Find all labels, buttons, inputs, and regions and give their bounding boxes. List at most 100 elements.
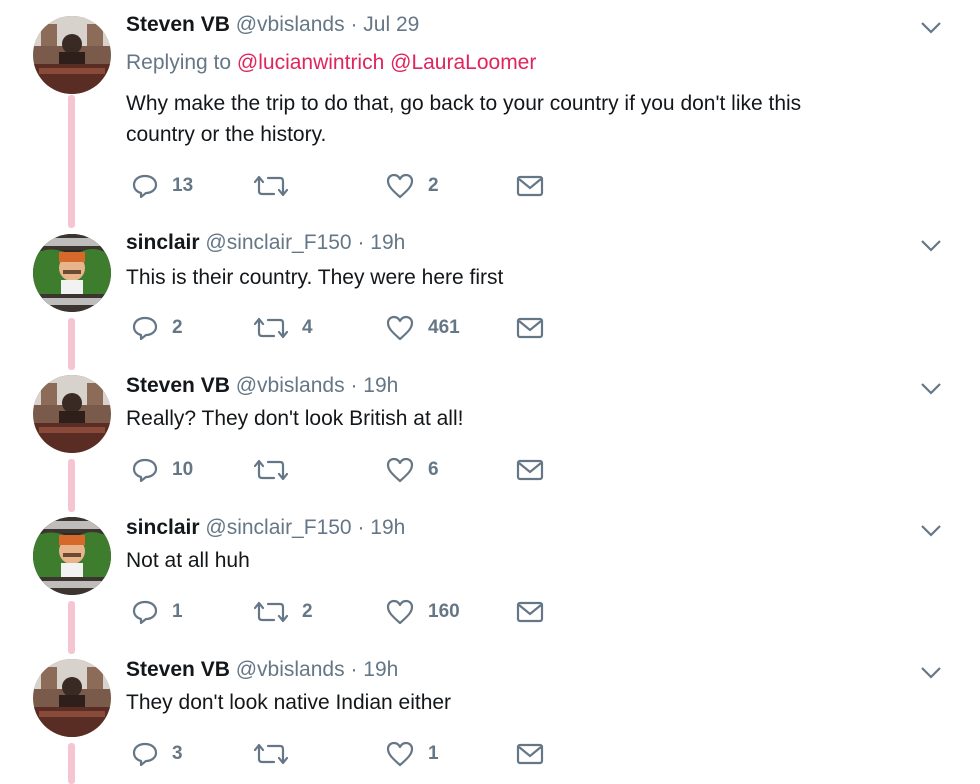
reply-button[interactable]: 3: [132, 740, 183, 768]
like-button[interactable]: 160: [386, 598, 460, 626]
tweet-text-line: Really? They don't look British at all!: [126, 407, 464, 430]
envelope-icon: [516, 600, 544, 624]
timestamp[interactable]: 19h: [370, 516, 405, 539]
chevron-down-icon[interactable]: [916, 519, 946, 541]
reply-icon: [132, 599, 158, 625]
tweet[interactable]: Steven VB @vbislands · 19h They don't lo…: [0, 657, 980, 784]
chevron-down-icon[interactable]: [916, 234, 946, 256]
separator-dot: ·: [357, 516, 365, 539]
tweet-header: Steven VB @vbislands · Jul 29: [126, 12, 419, 38]
tweet-header: Steven VB @vbislands · 19h: [126, 657, 398, 683]
reply-icon: [132, 457, 158, 483]
tweet-actions: 10 6: [126, 456, 556, 484]
direct-message-button[interactable]: [516, 456, 544, 484]
tweet[interactable]: sinclair @sinclair_F150 · 19h Not at all…: [0, 515, 980, 635]
separator-dot: ·: [350, 374, 358, 397]
separator-dot: ·: [357, 231, 365, 254]
tweet-header: sinclair @sinclair_F150 · 19h: [126, 230, 405, 256]
direct-message-button[interactable]: [516, 314, 544, 342]
reply-icon: [132, 741, 158, 767]
timestamp[interactable]: 19h: [370, 231, 405, 254]
avatar[interactable]: [33, 375, 111, 453]
tweet-text-line: They don't look native Indian either: [126, 691, 452, 714]
thread-line: [68, 95, 75, 228]
user-handle[interactable]: @vbislands: [236, 374, 345, 397]
timestamp[interactable]: 19h: [363, 374, 398, 397]
user-handle[interactable]: @vbislands: [236, 13, 345, 36]
like-button[interactable]: 2: [386, 172, 439, 200]
replying-to-label: Replying to: [126, 51, 232, 74]
avatar[interactable]: [33, 517, 111, 595]
tweet-text-line: Not at all huh: [126, 549, 250, 572]
like-button[interactable]: 6: [386, 456, 439, 484]
user-handle[interactable]: @sinclair_F150: [205, 516, 351, 539]
reply-count: 13: [172, 175, 194, 196]
tweet[interactable]: Steven VB @vbislands · Jul 29 Replying t…: [0, 12, 980, 212]
retweet-button[interactable]: 2: [254, 598, 313, 626]
heart-icon: [386, 741, 414, 767]
direct-message-button[interactable]: [516, 172, 544, 200]
reply-button[interactable]: 1: [132, 598, 183, 626]
envelope-icon: [516, 742, 544, 766]
retweet-button[interactable]: [254, 740, 302, 768]
display-name[interactable]: sinclair: [126, 516, 200, 539]
timestamp[interactable]: Jul 29: [363, 13, 419, 36]
reply-button[interactable]: 13: [132, 172, 193, 200]
tweet[interactable]: sinclair @sinclair_F150 · 19h This is th…: [0, 230, 980, 350]
display-name[interactable]: Steven VB: [126, 374, 230, 397]
envelope-icon: [516, 316, 544, 340]
retweet-count: 2: [302, 601, 313, 622]
reply-count: 2: [172, 317, 183, 338]
user-handle[interactable]: @sinclair_F150: [205, 231, 351, 254]
tweet-actions: 2 4 461: [126, 314, 556, 342]
retweet-icon: [254, 599, 288, 625]
tweet-actions: 3 1: [126, 740, 556, 768]
retweet-button[interactable]: 4: [254, 314, 313, 342]
tweet-text-line: country or the history.: [126, 123, 327, 146]
display-name[interactable]: Steven VB: [126, 658, 230, 681]
tweet-actions: 1 2 160: [126, 598, 556, 626]
reply-count: 10: [172, 459, 194, 480]
like-count: 461: [428, 317, 460, 338]
retweet-button[interactable]: [254, 456, 302, 484]
tweet[interactable]: Steven VB @vbislands · 19h Really? They …: [0, 373, 980, 493]
reply-button[interactable]: 2: [132, 314, 183, 342]
separator-dot: ·: [350, 658, 358, 681]
avatar[interactable]: [33, 16, 111, 94]
chevron-down-icon[interactable]: [916, 377, 946, 399]
timestamp[interactable]: 19h: [363, 658, 398, 681]
tweet-header: Steven VB @vbislands · 19h: [126, 373, 398, 399]
avatar[interactable]: [33, 234, 111, 312]
direct-message-button[interactable]: [516, 598, 544, 626]
tweet-text: They don't look native Indian either: [126, 687, 886, 718]
reply-button[interactable]: 10: [132, 456, 193, 484]
mention-link[interactable]: @LauraLoomer: [390, 51, 536, 74]
direct-message-button[interactable]: [516, 740, 544, 768]
tweet-text: Why make the trip to do that, go back to…: [126, 88, 886, 150]
tweet-text-line: This is their country. They were here fi…: [126, 266, 504, 289]
avatar[interactable]: [33, 659, 111, 737]
like-count: 6: [428, 459, 439, 480]
envelope-icon: [516, 458, 544, 482]
tweet-text: This is their country. They were here fi…: [126, 262, 886, 293]
chevron-down-icon[interactable]: [916, 16, 946, 38]
replying-to: Replying to @lucianwintrich @LauraLoomer: [126, 50, 536, 76]
display-name[interactable]: sinclair: [126, 231, 200, 254]
thread-line: [68, 318, 75, 370]
retweet-count: 4: [302, 317, 313, 338]
envelope-icon: [516, 174, 544, 198]
user-handle[interactable]: @vbislands: [236, 658, 345, 681]
reply-icon: [132, 315, 158, 341]
separator-dot: ·: [350, 13, 358, 36]
like-button[interactable]: 461: [386, 314, 460, 342]
tweet-actions: 13 2: [126, 172, 556, 200]
retweet-button[interactable]: [254, 172, 302, 200]
heart-icon: [386, 599, 414, 625]
like-button[interactable]: 1: [386, 740, 439, 768]
chevron-down-icon[interactable]: [916, 661, 946, 683]
display-name[interactable]: Steven VB: [126, 13, 230, 36]
mention-link[interactable]: @lucianwintrich: [237, 51, 384, 74]
tweet-text: Really? They don't look British at all!: [126, 403, 886, 434]
retweet-icon: [254, 315, 288, 341]
thread-line: [68, 743, 75, 784]
